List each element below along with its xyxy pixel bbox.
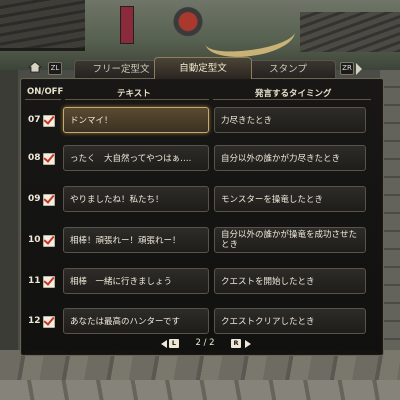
enable-checkbox[interactable]	[43, 316, 55, 328]
phrase-text-field[interactable]: やりましたね！私たち！	[63, 186, 209, 212]
prev-page-icon[interactable]	[161, 340, 167, 348]
roof-right	[300, 12, 400, 52]
column-header-timing: 発言するタイミング	[255, 89, 332, 99]
timing-field[interactable]: モンスターを操竜したとき	[214, 186, 366, 212]
next-page-icon[interactable]	[245, 340, 251, 348]
timing-field[interactable]: 自分以外の誰かが力尽きたとき	[214, 145, 366, 171]
row-number: 09	[28, 194, 41, 204]
page-count: 2 / 2	[195, 338, 215, 348]
banner-decoration	[120, 6, 134, 44]
roof-left	[0, 0, 85, 51]
header-divider	[213, 99, 371, 100]
tab-stamps[interactable]: スタンプ	[240, 60, 336, 79]
row-number: 12	[28, 316, 41, 326]
phrase-text-field[interactable]: 相棒 一緒に行きましょう	[63, 268, 209, 294]
header-divider	[65, 99, 209, 100]
enable-checkbox[interactable]	[43, 153, 55, 165]
timing-field[interactable]: 自分以外の誰かが操竜を成功させたとき	[214, 227, 366, 253]
timing-field[interactable]: クエストを開始したとき	[214, 268, 366, 294]
page-indicator: L 2 / 2 R	[21, 337, 383, 351]
tab-scroll-right-icon[interactable]	[356, 63, 362, 75]
row-number: 11	[28, 276, 41, 286]
tab-bar: ZL フリー定型文 スタンプ 自動定型文 ZR	[26, 57, 362, 79]
phrase-row: 09 やりましたね！私たち！ モンスターを操竜したとき	[21, 186, 383, 216]
phrase-row: 07 ドンマイ！ 力尽きたとき	[21, 107, 383, 137]
phrase-text-field[interactable]: ったく 大自然ってやつはぁ….	[63, 145, 209, 171]
enable-checkbox[interactable]	[43, 194, 55, 206]
auto-phrase-panel: ON/OFF テキスト 発言するタイミング 07 ドンマイ！ 力尽きたとき 08…	[20, 78, 384, 356]
enable-checkbox[interactable]	[43, 235, 55, 247]
home-icon	[28, 61, 42, 73]
phrase-text-field[interactable]: あなたは最高のハンターです	[63, 308, 209, 334]
row-number: 07	[28, 115, 41, 125]
zl-key-icon[interactable]: ZL	[48, 62, 62, 75]
enable-checkbox[interactable]	[43, 115, 55, 127]
timing-field[interactable]: クエストクリアしたとき	[214, 308, 366, 334]
phrase-text-field[interactable]: 相棒！頑張れー！頑張れー！	[63, 227, 209, 253]
enable-checkbox[interactable]	[43, 276, 55, 288]
stone-ground	[0, 350, 400, 400]
l-key-icon[interactable]: L	[169, 339, 179, 348]
phrase-row: 08 ったく 大自然ってやつはぁ…. 自分以外の誰かが力尽きたとき	[21, 145, 383, 175]
timing-field[interactable]: 力尽きたとき	[214, 107, 366, 133]
row-number: 08	[28, 153, 41, 163]
column-header-text: テキスト	[117, 89, 151, 99]
tab-auto-phrases[interactable]: 自動定型文	[154, 57, 252, 79]
phrase-text-field[interactable]: ドンマイ！	[63, 107, 209, 133]
phrase-row: 10 相棒！頑張れー！頑張れー！ 自分以外の誰かが操竜を成功させたとき	[21, 227, 383, 257]
r-key-icon[interactable]: R	[231, 339, 241, 348]
column-header-onoff: ON/OFF	[27, 87, 64, 97]
gong-ornament	[168, 0, 208, 48]
zr-key-icon[interactable]: ZR	[340, 62, 354, 75]
phrase-row: 12 あなたは最高のハンターです クエストクリアしたとき	[21, 308, 383, 338]
phrase-row: 11 相棒 一緒に行きましょう クエストを開始したとき	[21, 268, 383, 298]
row-number: 10	[28, 235, 41, 245]
header-divider	[25, 99, 61, 100]
